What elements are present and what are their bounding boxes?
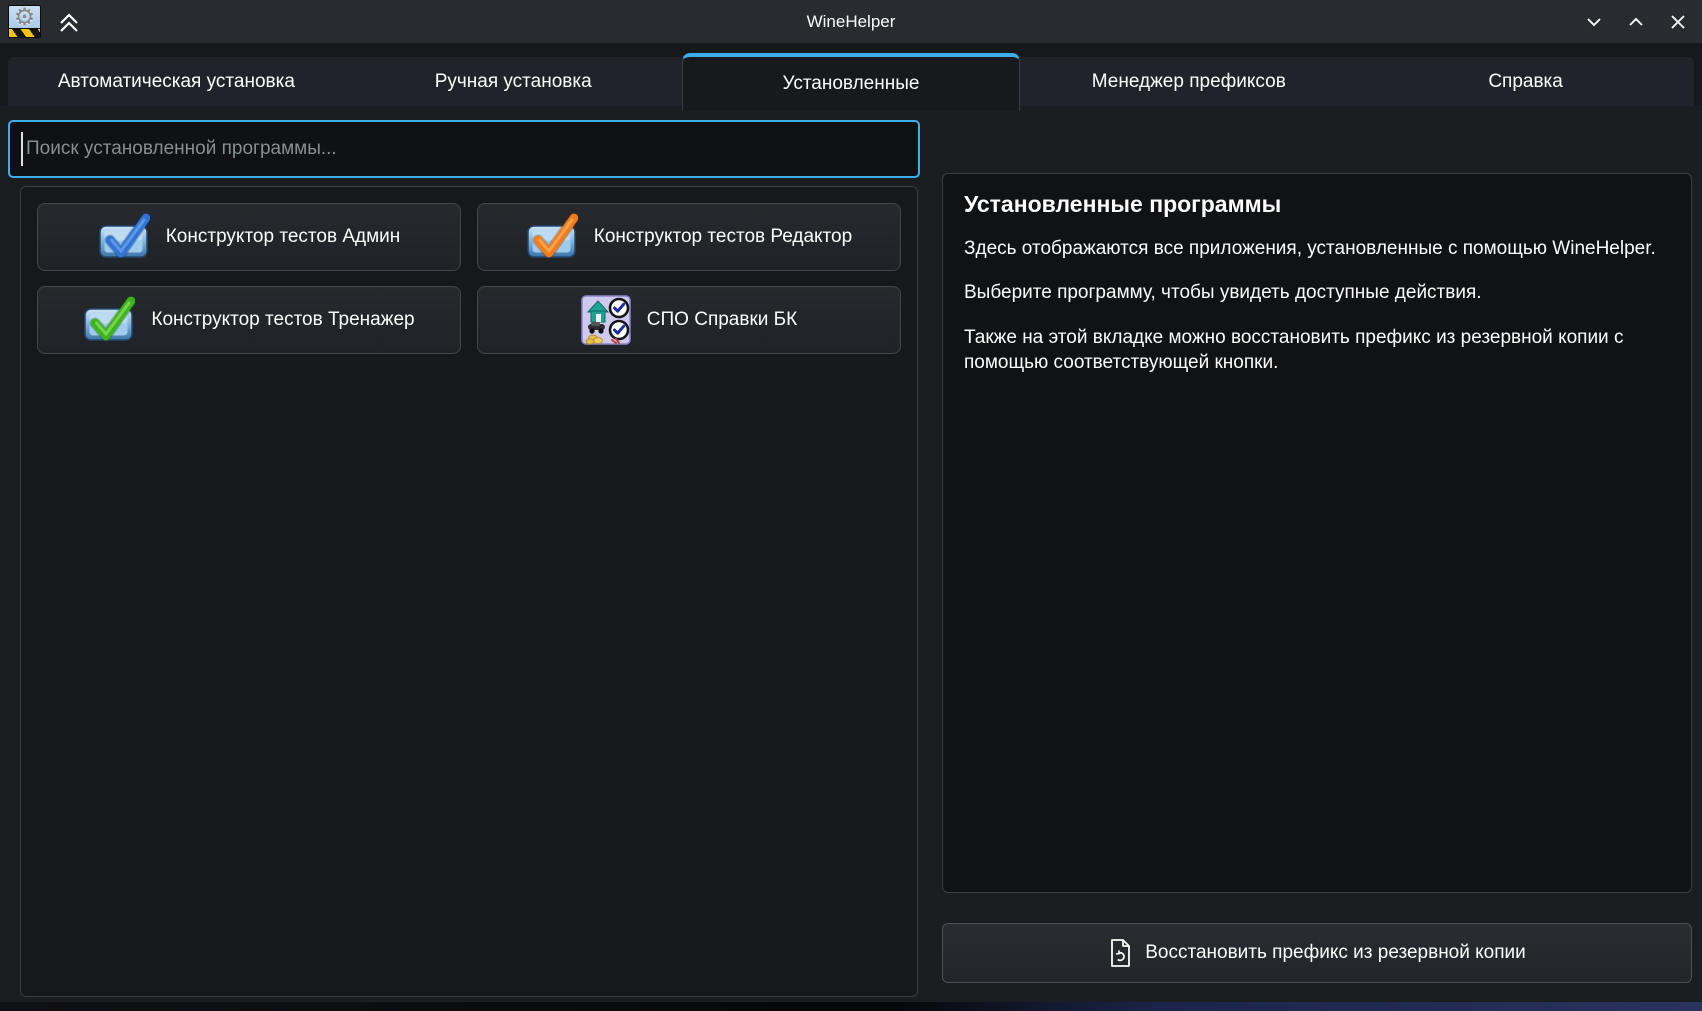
minimize-button[interactable] — [1582, 10, 1606, 34]
info-panel: Установленные программы Здесь отображают… — [942, 173, 1692, 893]
chevron-down-icon — [1582, 10, 1606, 34]
restore-button-label: Восстановить префикс из резервной копии — [1145, 942, 1526, 964]
program-button-konstruktor-admin[interactable]: Конструктор тестов Админ — [37, 203, 461, 271]
checkbox-orange-icon — [526, 211, 578, 263]
installed-tab-page: Конструктор тестов Админ — [0, 106, 1702, 1002]
info-panel-title: Установленные программы — [964, 191, 1670, 218]
checkbox-green-icon — [83, 294, 135, 346]
info-paragraph: Выберите программу, чтобы увидеть доступ… — [964, 280, 1670, 305]
maximize-button[interactable] — [1624, 10, 1648, 34]
window-controls — [1582, 0, 1690, 43]
tabbar: Автоматическая установка Ручная установк… — [0, 43, 1702, 106]
installed-programs-panel: Конструктор тестов Админ — [20, 186, 918, 997]
tab-label: Установленные — [783, 73, 920, 95]
info-paragraph: Также на этой вкладке можно восстановить… — [964, 325, 1670, 376]
program-button-konstruktor-trenazher[interactable]: Конструктор тестов Тренажер — [37, 286, 461, 354]
text-caret — [21, 132, 23, 166]
search-input[interactable] — [8, 120, 920, 178]
close-icon — [1666, 10, 1690, 34]
info-paragraph: Здесь отображаются все приложения, устан… — [964, 236, 1670, 261]
tab-prefix-manager[interactable]: Менеджер префиксов — [1020, 57, 1357, 106]
titlebar: ⚙ WineHelper — [0, 0, 1702, 43]
tab-help[interactable]: Справка — [1357, 57, 1694, 106]
program-label: Конструктор тестов Админ — [166, 226, 401, 248]
tab-label: Ручная установка — [435, 71, 592, 93]
program-label: Конструктор тестов Тренажер — [151, 309, 414, 331]
tab-label: Справка — [1488, 71, 1563, 93]
program-label: СПО Справки БК — [647, 309, 797, 331]
tab-label: Менеджер префиксов — [1092, 71, 1286, 93]
desktop-background-strip — [0, 1002, 1702, 1011]
close-button[interactable] — [1666, 10, 1690, 34]
winehelper-window: ⚙ WineHelper — [0, 0, 1702, 1002]
restore-document-icon — [1108, 938, 1132, 968]
spo-spravki-icon — [581, 295, 631, 345]
tab-label: Автоматическая установка — [58, 71, 295, 93]
tab-installed[interactable]: Установленные — [682, 53, 1021, 111]
tab-auto-install[interactable]: Автоматическая установка — [8, 57, 345, 106]
checkbox-blue-icon — [98, 211, 150, 263]
window-title: WineHelper — [0, 0, 1702, 43]
program-label: Конструктор тестов Редактор — [594, 226, 852, 248]
program-button-konstruktor-redaktor[interactable]: Конструктор тестов Редактор — [477, 203, 901, 271]
program-button-spo-spravki-bk[interactable]: СПО Справки БК — [477, 286, 901, 354]
restore-prefix-button[interactable]: Восстановить префикс из резервной копии — [942, 923, 1692, 983]
tab-manual-install[interactable]: Ручная установка — [345, 57, 682, 106]
program-grid: Конструктор тестов Админ — [37, 203, 901, 354]
chevron-up-icon — [1624, 10, 1648, 34]
